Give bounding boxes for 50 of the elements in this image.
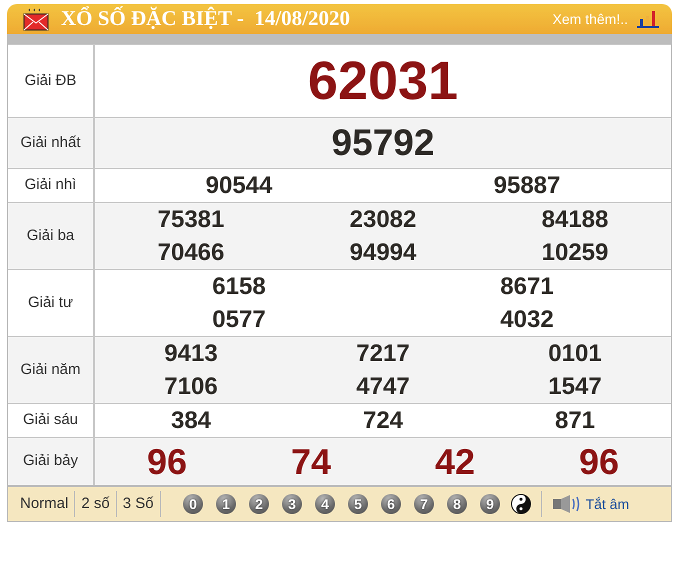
prize-number: 95792 [332, 121, 434, 165]
prize-number: 42 [434, 440, 476, 484]
mode-option[interactable]: 2 số [75, 491, 117, 517]
prize-number: 96 [578, 440, 620, 484]
prize-number: 70466 [158, 238, 224, 268]
prize-number: 7106 [164, 372, 218, 402]
mute-link[interactable]: Tắt âm [586, 494, 630, 514]
digit-ball[interactable]: 4 [315, 494, 336, 514]
prize-number: 90544 [206, 171, 272, 201]
prize-number: 94994 [350, 238, 416, 268]
digit-ball[interactable]: 3 [282, 494, 302, 514]
prize-number: 23082 [350, 205, 416, 235]
prize-number: 724 [362, 406, 404, 436]
digit-ball[interactable]: 5 [348, 494, 368, 514]
digit-ball[interactable]: 6 [381, 494, 402, 514]
prize-label: Giải nhất [8, 118, 95, 168]
prize-label: Giải năm [8, 337, 95, 403]
prize-number: 384 [170, 406, 212, 436]
prize-number: 62031 [308, 50, 458, 113]
digit-ball[interactable]: 8 [447, 494, 468, 514]
digit-ball[interactable]: 7 [414, 494, 434, 514]
prize-number: 8671 [500, 272, 554, 302]
speaker-icon[interactable] [552, 495, 582, 513]
header-title: XỔ SỐ ĐẶC BIỆT - 14/08/2020 [61, 5, 350, 32]
mode-option[interactable]: 3 Số [116, 491, 161, 517]
digit-ball[interactable]: 2 [249, 494, 270, 514]
prize-number: 1547 [548, 372, 602, 402]
mode-option[interactable]: Normal [14, 491, 76, 517]
prize-number: 95887 [494, 171, 560, 201]
prize-number: 10259 [542, 238, 608, 268]
prize-number: 4032 [500, 305, 554, 335]
prize-number: 84188 [542, 205, 608, 235]
more-link[interactable]: Xem thêm!.. [552, 8, 628, 30]
prize-number: 871 [554, 406, 596, 436]
envelope-icon [23, 7, 49, 31]
prize-label: Giải ba [8, 203, 95, 269]
prize-number: 9413 [164, 339, 218, 369]
prize-number: 0577 [212, 305, 266, 335]
prize-number: 74 [290, 440, 332, 484]
digit-ball[interactable]: 0 [183, 494, 204, 514]
prize-number: 0101 [548, 339, 602, 369]
prize-number: 75381 [158, 205, 224, 235]
prize-number: 96 [146, 440, 188, 484]
prize-number: 7217 [356, 339, 410, 369]
digit-ball[interactable]: 1 [216, 494, 236, 514]
prize-number: 6158 [212, 272, 266, 302]
prize-number: 4747 [356, 372, 410, 402]
digit-ball[interactable]: 9 [480, 494, 500, 514]
bar-chart-icon[interactable] [636, 10, 660, 28]
yin-yang-icon[interactable] [510, 494, 531, 514]
